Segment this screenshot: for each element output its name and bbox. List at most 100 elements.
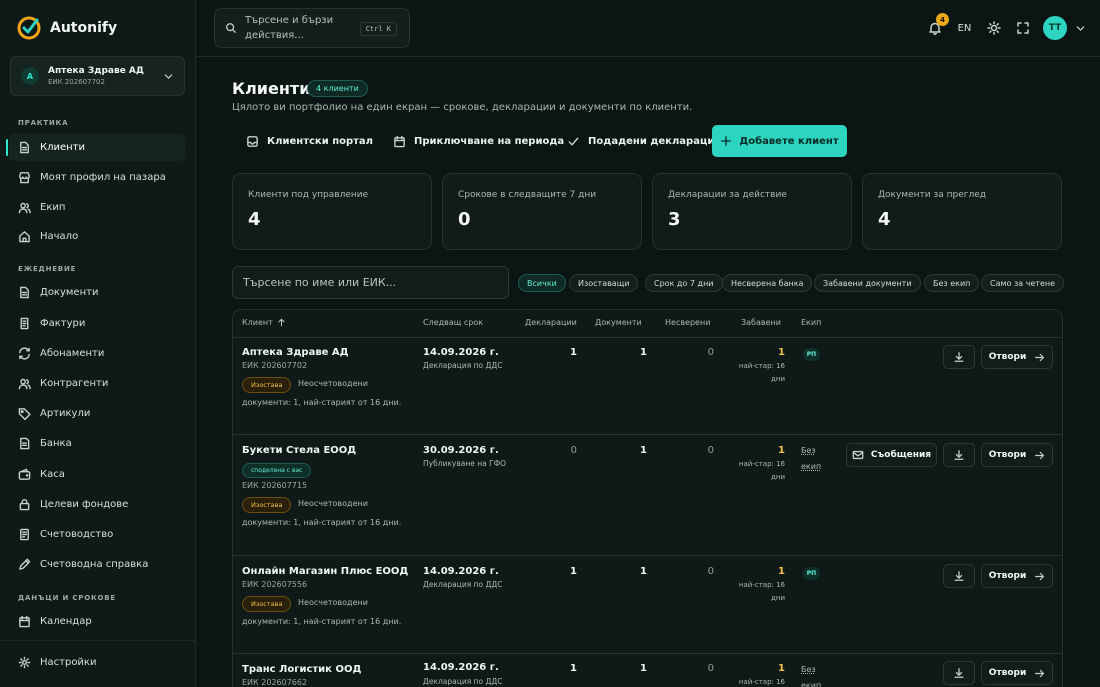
filter-chip-due-7[interactable]: Срок до 7 дни <box>645 274 723 292</box>
oldest-age: най-стар: 16 дни <box>738 581 785 602</box>
sidebar: Autonify A Аптека Здраве АД ЕИК 20260770… <box>0 0 196 687</box>
table-row[interactable]: Онлайн Магазин Плюс ЕООД ЕИК 202607556 И… <box>233 556 1062 654</box>
sidebar-item-articles[interactable]: Артикули <box>9 400 185 427</box>
client-name[interactable]: Букети Стела ЕООД <box>242 445 356 456</box>
notification-count: 4 <box>936 13 949 26</box>
sidebar-item-clients[interactable]: Клиенти <box>6 134 185 161</box>
sidebar-item-team[interactable]: Екип <box>9 194 185 221</box>
notifications-button[interactable]: 4 <box>920 13 950 41</box>
sidebar-item-accounting[interactable]: Счетоводство <box>9 521 185 548</box>
status-note-detail: документи: 1, най-старият от 16 дни. <box>242 617 402 626</box>
open-button[interactable]: Отвори <box>981 661 1053 685</box>
theme-toggle[interactable] <box>979 15 1008 41</box>
sidebar-item-label: Целеви фондове <box>40 499 129 510</box>
sidebar-item-label: Екип <box>40 202 66 213</box>
column-header-next-deadline[interactable]: Следващ срок <box>423 318 483 327</box>
app-logo[interactable]: Autonify <box>16 15 117 41</box>
stat-card-clients: Клиенти под управление 4 <box>232 173 432 250</box>
shortcut-hint: Ctrl K <box>359 22 397 36</box>
close-period-button[interactable]: Приключване на периода <box>393 126 564 157</box>
filter-chip-no-team[interactable]: Без екип <box>924 274 980 292</box>
org-switcher[interactable]: A Аптека Здраве АД ЕИК 202607702 <box>10 56 185 96</box>
team-unassigned[interactable]: Без екип <box>801 443 825 475</box>
sidebar-item-documents[interactable]: Документи <box>9 279 185 306</box>
open-button[interactable]: Отвори <box>981 345 1053 369</box>
late-count: 1 <box>778 566 785 577</box>
column-header-declarations[interactable]: Декларации <box>525 318 577 327</box>
client-search-input[interactable]: Търсене по име или ЕИК... <box>232 266 509 299</box>
table-row[interactable]: Аптека Здраве АД ЕИК 202607702 Изостава … <box>233 337 1062 435</box>
command-search[interactable]: Търсене и бързи действия... Ctrl K <box>214 8 410 48</box>
oldest-age: най-стар: 16 <box>738 678 785 686</box>
open-button[interactable]: Отвори <box>981 443 1053 467</box>
sidebar-item-calendar[interactable]: Календар <box>9 608 185 635</box>
download-button[interactable] <box>943 345 975 369</box>
chevron-down-icon[interactable] <box>1075 23 1086 34</box>
sun-icon <box>986 21 1001 35</box>
column-header-team[interactable]: Екип <box>801 318 821 327</box>
filed-declarations-button[interactable]: Подадени декларации <box>567 126 721 157</box>
sidebar-item-subscriptions[interactable]: Абонаменти <box>9 340 185 367</box>
org-name: Аптека Здраве АД <box>48 66 144 76</box>
sidebar-item-cash[interactable]: Каса <box>9 461 185 488</box>
download-button[interactable] <box>943 443 975 467</box>
tag-icon <box>18 408 31 420</box>
arrow-right-icon <box>1035 451 1045 459</box>
sidebar-item-funds[interactable]: Целеви фондове <box>9 491 185 518</box>
status-badge: Изостава <box>242 596 292 612</box>
users-icon <box>18 202 31 214</box>
open-button-label: Отвори <box>988 668 1027 678</box>
filter-chip-late-docs[interactable]: Забавени документи <box>814 274 921 292</box>
sidebar-item-label: Банка <box>40 438 72 449</box>
stat-label: Документи за преглед <box>878 190 986 200</box>
org-avatar: A <box>21 67 39 85</box>
documents-count: 1 <box>640 445 647 456</box>
messages-button[interactable]: Съобщения <box>846 443 937 467</box>
client-name[interactable]: Аптека Здраве АД <box>242 347 349 358</box>
add-client-button[interactable]: Добавете клиент <box>712 125 847 157</box>
next-deadline-type: Декларация по ДДС <box>423 580 503 589</box>
command-search-text: Търсене и бързи действия... <box>245 15 334 41</box>
sidebar-item-label: Настройки <box>40 657 97 668</box>
download-button[interactable] <box>943 564 975 588</box>
client-name[interactable]: Транс Логистик ООД <box>242 664 361 675</box>
page-subtitle: Цялото ви портфолио на един екран — срок… <box>232 102 693 113</box>
client-eik: ЕИК 202607715 <box>242 481 308 490</box>
client-portal-button[interactable]: Клиентски портал <box>246 126 373 157</box>
user-avatar[interactable]: TT <box>1043 16 1067 40</box>
table-row[interactable]: Букети Стела ЕООД споделена с вас ЕИК 20… <box>233 435 1062 556</box>
column-header-documents[interactable]: Документи <box>595 318 642 327</box>
topbar: Търсене и бързи действия... Ctrl K 4 EN … <box>196 0 1100 57</box>
language-toggle[interactable]: EN <box>950 23 979 34</box>
filter-chip-unreconciled[interactable]: Несверена банка <box>722 274 813 292</box>
table-row[interactable]: Транс Логистик ООД ЕИК 202607662 14.09.2… <box>233 654 1062 687</box>
sidebar-item-counterparties[interactable]: Контрагенти <box>9 370 185 397</box>
download-button[interactable] <box>943 661 975 685</box>
team-badge: РП <box>803 348 820 361</box>
filter-chip-all[interactable]: Всички <box>518 274 566 292</box>
open-button[interactable]: Отвори <box>981 564 1053 588</box>
sidebar-item-home[interactable]: Начало <box>9 223 185 250</box>
team-unassigned[interactable]: Без екип <box>801 662 825 687</box>
client-eik: ЕИК 202607662 <box>242 678 308 687</box>
sidebar-item-bank[interactable]: Банка <box>9 430 185 457</box>
filter-chip-behind[interactable]: Изоставащи <box>569 274 639 292</box>
sidebar-item-invoices[interactable]: Фактури <box>9 310 185 337</box>
unreconciled-count: 0 <box>707 566 714 577</box>
page-title: Клиенти <box>232 79 311 98</box>
fullscreen-button[interactable] <box>1008 15 1037 41</box>
sidebar-item-settings[interactable]: Настройки <box>9 649 185 676</box>
open-button-label: Отвори <box>988 352 1027 362</box>
client-name[interactable]: Онлайн Магазин Плюс ЕООД <box>242 566 408 577</box>
filter-chip-read-only[interactable]: Само за четене <box>981 274 1065 292</box>
column-header-unreconciled[interactable]: Несверени <box>665 318 710 327</box>
client-eik: ЕИК 202607702 <box>242 361 308 370</box>
unreconciled-count: 0 <box>707 445 714 456</box>
column-header-late[interactable]: Забавени <box>741 318 781 327</box>
sidebar-item-market-profile[interactable]: Моят профил на пазара <box>9 164 185 191</box>
sidebar-item-label: Каса <box>40 469 65 480</box>
download-icon <box>954 668 964 678</box>
sidebar-item-accounting-report[interactable]: Счетоводна справка <box>9 551 185 578</box>
declarations-count: 1 <box>570 347 577 358</box>
column-header-client[interactable]: Клиент <box>242 318 286 327</box>
